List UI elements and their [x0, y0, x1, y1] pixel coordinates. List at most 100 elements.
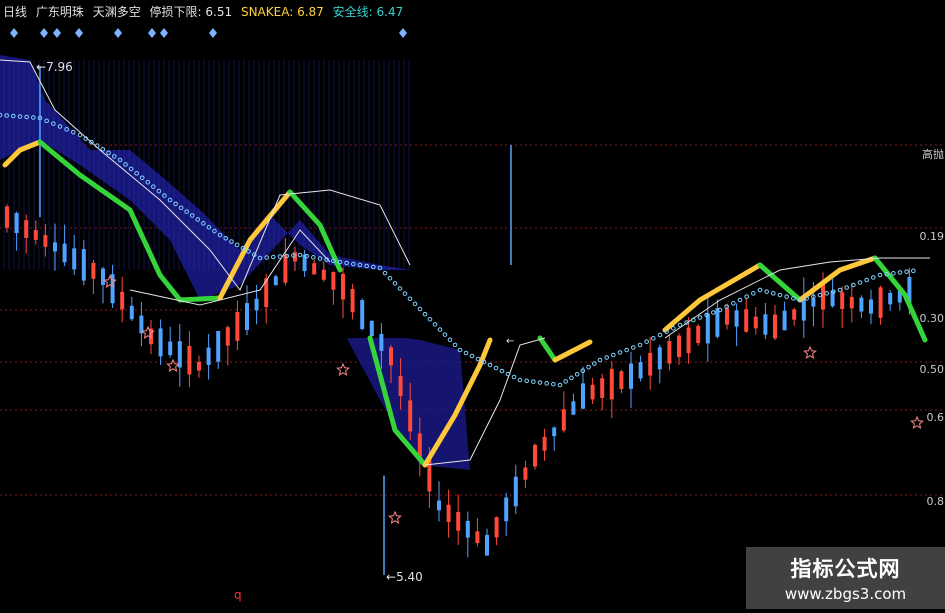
watermark-title: 指标公式网 [790, 557, 901, 581]
candle-body [638, 362, 643, 379]
candle-body [581, 383, 585, 409]
safety-dot [511, 374, 517, 380]
candle-body [494, 517, 499, 538]
right-tick-label: 高抛 [922, 148, 944, 161]
signal-line [552, 339, 593, 363]
safety-dot [537, 380, 543, 385]
candle-body [504, 497, 509, 522]
candle-body [686, 327, 691, 354]
candle-body [609, 368, 614, 400]
signal-diamond-icon [160, 28, 168, 38]
candle-body [773, 314, 777, 339]
candle-body [869, 299, 873, 314]
candle-body [225, 327, 230, 346]
safety-label: 安全线: [332, 5, 373, 19]
candle-body [648, 352, 653, 376]
safety-dot [517, 377, 523, 383]
safety-value: 6.47 [376, 5, 404, 19]
safety-dot [557, 382, 563, 388]
candle-body [590, 384, 595, 400]
safety-dot [569, 375, 574, 381]
candle-body [533, 444, 537, 467]
candle-body [14, 213, 19, 234]
safety-dot [475, 356, 481, 362]
candle-body [744, 309, 749, 332]
candle-body [571, 401, 576, 415]
signal-name: 天渊多空 [92, 5, 141, 19]
safety-dot [524, 378, 529, 384]
safety-dot [447, 337, 453, 343]
signal-diamond-icon [75, 28, 83, 38]
signal-diamond-icon [114, 28, 122, 38]
candle-body [216, 330, 221, 362]
safety-dot [551, 381, 556, 387]
left-arrow-icon: ← [36, 60, 47, 74]
candle-body [667, 341, 672, 364]
overlay-block [280, 270, 945, 338]
price-chart [0, 28, 945, 575]
watermark: 指标公式网 www.zbgs3.com [746, 547, 945, 609]
safety-dot [452, 342, 458, 348]
candle-body [859, 297, 864, 312]
safety-dot [271, 254, 276, 260]
candle-body [187, 346, 192, 375]
candle-body [398, 376, 403, 397]
candle-body [321, 269, 326, 280]
buy-star-icon [910, 415, 924, 429]
q-marker: q [234, 588, 242, 602]
candle-body [53, 242, 57, 252]
candle-body [168, 341, 173, 356]
candle-body [437, 500, 441, 511]
safety-dot [574, 371, 580, 377]
candle-body [552, 427, 557, 437]
signal-diamond-icon [209, 28, 217, 38]
candle-body [24, 220, 29, 238]
signal-diamond-icon [399, 28, 407, 38]
right-tick-label: 0.6 [926, 411, 945, 424]
candle-body [465, 520, 470, 538]
safety-dot [591, 361, 597, 366]
high-price-value: 7.96 [46, 60, 73, 74]
safety-dot [617, 350, 623, 355]
safety-dot [544, 381, 549, 386]
candle-body [312, 263, 317, 275]
snake-value: 6.87 [297, 5, 324, 19]
period-label[interactable]: 日线 [3, 5, 27, 19]
safety-dot [597, 357, 603, 363]
candle-body [849, 296, 854, 309]
candle-body [254, 298, 259, 311]
candle-body [43, 235, 48, 247]
candle-body [792, 309, 797, 320]
safety-dot [469, 353, 475, 359]
candle-body [369, 320, 374, 337]
candle-body [725, 308, 729, 325]
right-tick-label: 0.19 [919, 230, 945, 243]
signal-line [537, 335, 558, 363]
candle-body [513, 476, 518, 507]
indicator-name: 广东明珠 [35, 5, 84, 19]
candle-body [206, 347, 211, 365]
candle-body [120, 291, 125, 310]
candle-body [782, 310, 787, 331]
candle-body [91, 262, 96, 279]
right-tick-label: 0.30 [919, 312, 945, 325]
safety-dot [631, 345, 636, 350]
buy-star-icon [803, 345, 817, 359]
right-tick-label: 0.50 [919, 363, 945, 376]
candle-body [523, 467, 528, 480]
safety-dot [531, 379, 536, 384]
candle-body [33, 230, 38, 240]
watermark-url: www.zbgs3.com [784, 585, 907, 603]
candle-body [696, 325, 701, 343]
candle-body [888, 292, 893, 305]
candle-body [657, 347, 662, 370]
candle-body [341, 273, 345, 300]
candle-body [705, 313, 710, 344]
signal-diamond-icon [53, 28, 61, 38]
safety-dot [493, 365, 499, 371]
safety-dot [644, 339, 649, 344]
candle-body [81, 249, 86, 281]
stop-loss-label: 停损下限: [149, 5, 202, 19]
candle-body [101, 268, 105, 285]
low-price-annotation: ←5.40 [386, 570, 423, 584]
